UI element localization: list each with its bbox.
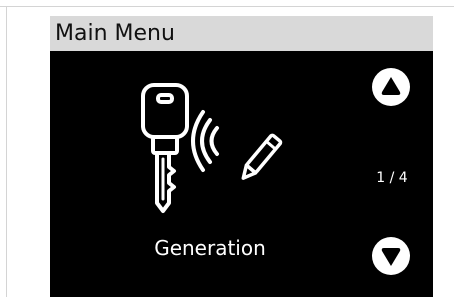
left-divider xyxy=(6,6,7,297)
menu-screen: Generation 1 / 4 xyxy=(50,51,433,297)
title-bar: Main Menu xyxy=(50,16,433,51)
page-title: Main Menu xyxy=(55,21,175,46)
menu-item-label: Generation xyxy=(154,236,266,260)
top-divider xyxy=(0,6,454,7)
key-generation-icon[interactable] xyxy=(133,81,293,216)
device-display: Main Menu Generation 1 / 4 xyxy=(50,16,433,297)
page-indicator: 1 / 4 xyxy=(376,170,408,186)
scroll-down-button[interactable] xyxy=(372,237,410,275)
arrow-down-icon xyxy=(381,248,401,266)
arrow-up-icon xyxy=(381,77,401,95)
scroll-up-button[interactable] xyxy=(372,68,410,106)
